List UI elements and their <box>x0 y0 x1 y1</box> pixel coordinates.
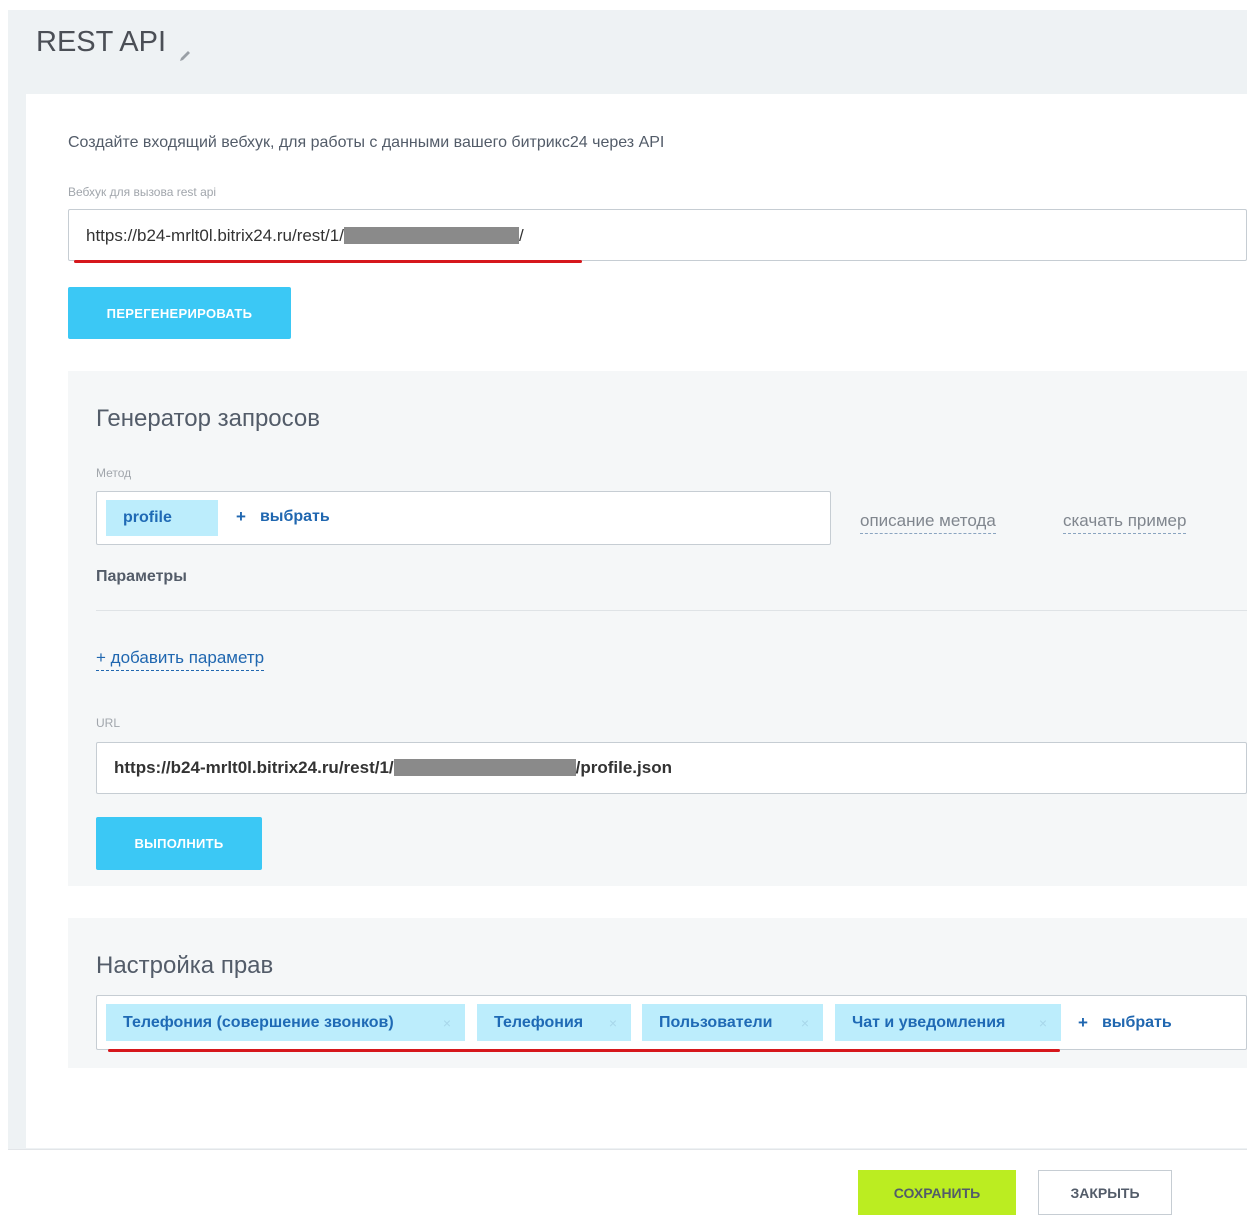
permission-tag-users[interactable]: Пользователи × <box>642 1004 823 1041</box>
save-button[interactable]: СОХРАНИТЬ <box>858 1170 1016 1215</box>
webhook-url-suffix: / <box>518 226 524 245</box>
add-param-plus-icon: + <box>96 648 111 667</box>
permissions-title: Настройка прав <box>96 952 274 979</box>
request-url-suffix: /profile.json <box>575 758 672 777</box>
edit-pencil-icon[interactable] <box>178 38 192 61</box>
page-title: REST API <box>36 26 192 61</box>
webhook-url-redacted <box>343 227 519 244</box>
method-description-link[interactable]: описание метода <box>860 511 996 534</box>
method-tag-profile[interactable]: profile <box>106 500 218 536</box>
method-choose-link[interactable]: + выбрать <box>236 507 330 527</box>
params-label: Параметры <box>96 568 187 585</box>
method-label: Метод <box>96 466 132 480</box>
permission-tag-label: Телефония <box>494 1013 584 1031</box>
webhook-url-value: https://b24-mrlt0l.bitrix24.ru/rest/1/ / <box>86 226 524 246</box>
permission-tag-telephony-calls[interactable]: Телефония (совершение звонков) × <box>106 1004 465 1041</box>
close-button[interactable]: ЗАКРЫТЬ <box>1038 1170 1172 1215</box>
remove-tag-icon[interactable]: × <box>801 1015 809 1031</box>
remove-tag-icon[interactable]: × <box>443 1015 451 1031</box>
method-tag-label: profile <box>123 509 172 526</box>
page-title-text: REST API <box>36 26 167 58</box>
request-url-redacted <box>393 759 576 776</box>
webhook-url-red-underline <box>74 260 582 263</box>
remove-tag-icon[interactable]: × <box>609 1015 617 1031</box>
webhook-url-prefix: https://b24-mrlt0l.bitrix24.ru/rest/1/ <box>86 226 344 245</box>
permission-tag-chat-notifications[interactable]: Чат и уведомления × <box>835 1004 1061 1041</box>
plus-icon: + <box>1078 1013 1088 1032</box>
webhook-intro-text: Создайте входящий вебхук, для работы с д… <box>68 134 665 151</box>
url-label: URL <box>96 716 121 730</box>
permission-tag-label: Пользователи <box>659 1013 773 1031</box>
params-divider <box>96 610 1247 611</box>
method-choose-label: выбрать <box>259 508 330 525</box>
permissions-choose-label: выбрать <box>1101 1014 1172 1031</box>
request-url-value: https://b24-mrlt0l.bitrix24.ru/rest/1/ /p… <box>114 758 672 778</box>
webhook-field-label: Вебхук для вызова rest api <box>68 185 217 199</box>
request-generator-title: Генератор запросов <box>96 405 321 432</box>
remove-tag-icon[interactable]: × <box>1039 1015 1047 1031</box>
permission-tag-telephony[interactable]: Телефония × <box>477 1004 631 1041</box>
request-generator-section <box>68 371 1247 886</box>
download-example-link[interactable]: скачать пример <box>1063 511 1187 534</box>
add-param-link[interactable]: + добавить параметр <box>96 648 265 671</box>
permissions-choose-link[interactable]: + выбрать <box>1078 1013 1172 1033</box>
request-url-prefix: https://b24-mrlt0l.bitrix24.ru/rest/1/ <box>114 758 394 777</box>
plus-icon: + <box>236 507 246 526</box>
add-param-label: добавить параметр <box>110 648 265 667</box>
permission-tag-label: Чат и уведомления <box>852 1013 1006 1031</box>
permission-tag-label: Телефония (совершение звонков) <box>123 1013 394 1031</box>
execute-button[interactable]: ВЫПОЛНИТЬ <box>96 817 262 870</box>
permissions-red-underline <box>108 1049 1060 1052</box>
regenerate-button[interactable]: ПЕРЕГЕНЕРИРОВАТЬ <box>68 287 291 339</box>
